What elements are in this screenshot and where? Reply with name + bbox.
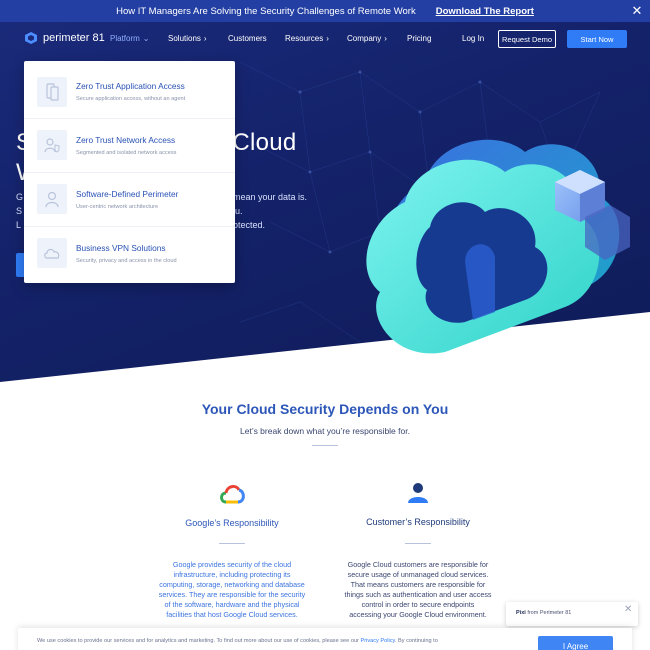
dropdown-item-title: Zero Trust Network Access	[76, 135, 176, 145]
chat-sender-name: Pixi	[516, 610, 526, 616]
hero-title-end: Cloud	[232, 129, 297, 156]
text-line: secure usage of unmanaged cloud services…	[347, 570, 489, 579]
dropdown-item-business-vpn-solutions[interactable]: Business VPN Solutions Security, privacy…	[24, 226, 235, 279]
nav-company[interactable]: Company ›	[347, 34, 387, 43]
start-now-button[interactable]: Start Now	[567, 30, 627, 48]
nav-solutions-label: Solutions	[168, 34, 201, 43]
login-link[interactable]: Log In	[462, 34, 484, 43]
customer-responsibility-title: Customer’s Responsibility	[366, 517, 470, 527]
platform-dropdown-menu: Zero Trust Application Access Secure app…	[24, 61, 235, 283]
user-shield-icon	[37, 130, 67, 160]
text-line: That means customers are responsible for	[350, 580, 486, 589]
dropdown-item-zero-trust-application-access[interactable]: Zero Trust Application Access Secure app…	[24, 65, 235, 118]
google-cloud-icon	[220, 484, 245, 504]
customer-responsibility-text: Google Cloud customers are responsible f…	[338, 560, 498, 620]
text-line: Google provides security of the cloud	[172, 560, 292, 569]
google-responsibility-title: Google’s Responsibility	[185, 518, 279, 528]
nav-solutions[interactable]: Solutions ›	[168, 34, 207, 43]
dropdown-item-zero-trust-network-access[interactable]: Zero Trust Network Access Segmented and …	[24, 118, 235, 171]
text-line: control in order to secure endpoints	[361, 600, 475, 609]
dropdown-item-title: Zero Trust Application Access	[76, 81, 185, 91]
text-line: services. They are responsible for the s…	[158, 590, 306, 599]
hero-body-line1-end: ’t mean your data is.	[226, 192, 308, 202]
chat-widget[interactable]: Pixi from Perimeter 81	[506, 602, 638, 626]
text-line: of the software, hardware and the physic…	[164, 600, 300, 609]
cookie-text: We use cookies to provide our services a…	[37, 638, 438, 644]
download-report-link[interactable]: Download The Report	[436, 6, 534, 17]
chevron-right-icon: ›	[326, 34, 329, 43]
hero-body-line3-start: L	[16, 220, 22, 230]
chevron-right-icon: ›	[203, 34, 207, 43]
close-icon[interactable]: ✕	[630, 3, 644, 19]
column-divider	[405, 543, 431, 544]
nav-customers-label: Customers	[228, 34, 267, 43]
hero-body-line2-start: S	[16, 206, 23, 216]
cloud-security-illustration	[366, 139, 630, 354]
nav-pricing[interactable]: Pricing	[407, 34, 431, 43]
announcement-text: How IT Managers Are Solving the Security…	[116, 5, 416, 17]
nav-resources[interactable]: Resources ›	[285, 34, 329, 43]
dropdown-item-title: Business VPN Solutions	[76, 243, 166, 253]
cloud-icon	[37, 238, 67, 268]
hero-body-line1-start: G	[16, 192, 24, 202]
dropdown-item-subtitle: Secure application access, without an ag…	[76, 96, 186, 102]
nav-company-label: Company	[347, 34, 382, 43]
nav-platform-label: Platform	[110, 34, 140, 43]
dropdown-item-subtitle: Security, privacy and access in the clou…	[76, 258, 177, 264]
text-line: accessing your Google Cloud environment.	[349, 610, 487, 619]
user-icon	[37, 184, 67, 214]
mobile-icon	[37, 76, 67, 107]
nav-resources-label: Resources	[285, 34, 324, 43]
dropdown-item-subtitle: Segmented and isolated network access	[76, 150, 177, 156]
dropdown-item-title: Software-Defined Perimeter	[76, 189, 179, 199]
text-line: facilities that host Google Cloud servic…	[166, 610, 298, 619]
cookie-banner: We use cookies to provide our services a…	[18, 628, 632, 650]
text-line: computing, storage, networking and datab…	[159, 580, 305, 589]
privacy-policy-link[interactable]: Privacy Policy	[360, 638, 394, 644]
nav-pricing-label: Pricing	[407, 34, 432, 43]
dropdown-item-subtitle: User-centric network architecture	[76, 204, 159, 210]
chevron-down-icon: ⌄	[142, 34, 150, 43]
section-subtitle: Let’s break down what you’re responsible…	[240, 426, 410, 436]
cookie-text-before: We use cookies to provide our services a…	[37, 638, 361, 644]
hero-body-line3-end: otected.	[233, 220, 266, 230]
nav-customers[interactable]: Customers	[228, 34, 267, 43]
google-responsibility-text: Google provides security of the cloud in…	[152, 560, 312, 620]
logo[interactable]: perimeter 81	[25, 32, 105, 44]
text-line: things such as authentication and user a…	[344, 590, 492, 599]
hero-body-line2-end: u.	[235, 206, 243, 216]
chat-sender: Pixi from Perimeter 81	[516, 610, 571, 616]
nav-platform[interactable]: Platform ⌄	[110, 34, 150, 43]
i-agree-button[interactable]: I Agree	[538, 636, 613, 650]
chat-sender-from: from Perimeter 81	[525, 610, 572, 616]
text-line: infrastructure, including protecting its	[173, 570, 291, 579]
announcement-bar: How IT Managers Are Solving the Security…	[0, 0, 650, 22]
perimeter81-logo-icon	[25, 32, 37, 44]
text-line: Google Cloud customers are responsible f…	[347, 560, 489, 569]
login-label: Log In	[462, 34, 485, 43]
chevron-right-icon: ›	[384, 34, 387, 43]
section-divider	[312, 445, 338, 446]
column-divider	[219, 543, 245, 544]
customer-icon	[408, 483, 428, 503]
request-demo-button[interactable]: Request Demo	[498, 30, 556, 48]
close-icon[interactable]: ✕	[624, 604, 632, 615]
cookie-text-after: . By continuing to	[394, 638, 438, 644]
dropdown-item-software-defined-perimeter[interactable]: Software-Defined Perimeter User-centric …	[24, 172, 235, 225]
logo-text: perimeter 81	[43, 32, 105, 44]
section-title: Your Cloud Security Depends on You	[201, 401, 449, 417]
